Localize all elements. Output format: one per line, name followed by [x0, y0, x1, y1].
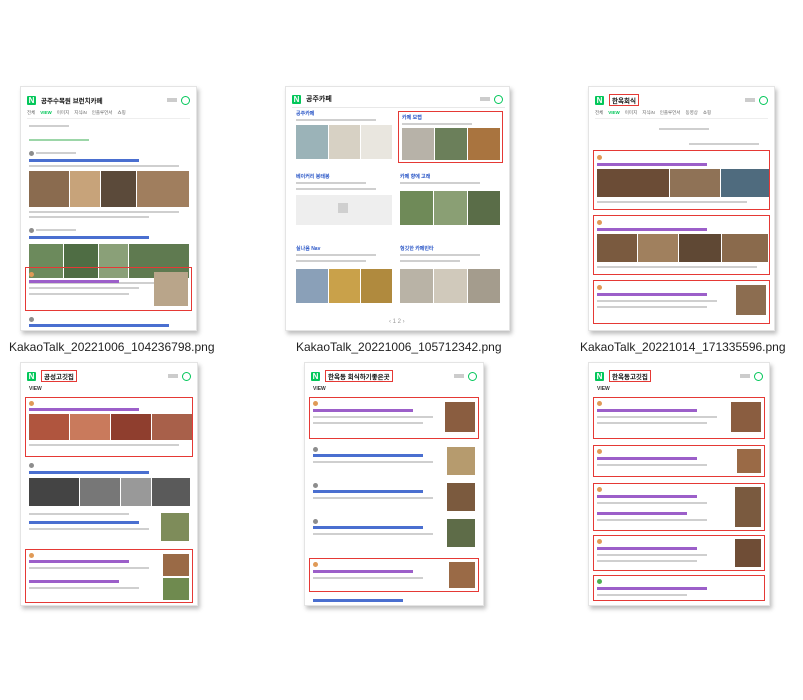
file-name: KakaoTalk_20221014_171335596.png: [580, 340, 786, 354]
search-query: 한옥회식: [609, 94, 639, 106]
highlighted-result: [25, 549, 193, 603]
file-browser-grid: N 공주수목원 브런치카페 전체 VIEW 이미지 지식iN 인플루언서 쇼핑: [0, 0, 803, 700]
file-name: KakaoTalk_20221006_104236798.png: [9, 340, 215, 354]
keyboard-icon: [168, 374, 178, 378]
highlighted-result: [25, 267, 192, 311]
highlighted-place-card: 카페 모랩: [398, 111, 503, 163]
file-thumbnail-5[interactable]: N 한옥동 회식하기좋은곳 VIEW: [304, 362, 484, 606]
naver-logo-icon: N: [27, 371, 36, 381]
keyboard-icon: [745, 98, 755, 102]
naver-logo-icon: N: [595, 95, 604, 105]
search-tabs: 전체 VIEW 이미지 지식iN 인플루언서 쇼핑: [27, 110, 190, 119]
keyboard-icon: [167, 98, 177, 102]
search-query: 한옥동고깃집: [609, 370, 651, 382]
view-label: VIEW: [313, 386, 326, 392]
view-label: VIEW: [29, 386, 42, 392]
file-thumbnail-2[interactable]: N 공주카페 공주카페 카페 모랩 베이커리 봉태봉 카페 향에 고래 실나움 …: [285, 86, 510, 331]
search-query: 한옥동 회식하기좋은곳: [325, 370, 393, 382]
file-thumbnail-3[interactable]: N 한옥회식 전체 VIEW 이미지 지식iN 인플루언서 동영상 쇼핑: [588, 86, 775, 331]
search-query: 공주카페: [306, 96, 332, 103]
search-icon: [468, 371, 477, 381]
highlighted-result: [593, 535, 765, 571]
file-thumbnail-6[interactable]: N 한옥동고깃집 VIEW: [588, 362, 770, 606]
highlighted-result: [593, 483, 765, 531]
view-label: VIEW: [597, 386, 610, 392]
pagination: ‹ 1 2 ›: [389, 319, 405, 325]
naver-logo-icon: N: [292, 94, 301, 104]
search-tabs: 전체 VIEW 이미지 지식iN 인플루언서 동영상 쇼핑: [595, 110, 768, 119]
search-icon: [494, 94, 503, 104]
search-icon: [754, 371, 763, 381]
naver-logo-icon: N: [311, 371, 320, 381]
highlighted-result: [593, 575, 765, 601]
naver-logo-icon: N: [595, 371, 604, 381]
highlighted-result: [25, 397, 193, 457]
search-query: 공성고깃집: [41, 370, 77, 382]
file-thumbnail-1[interactable]: N 공주수목원 브런치카페 전체 VIEW 이미지 지식iN 인플루언서 쇼핑: [20, 86, 197, 331]
search-icon: [182, 371, 191, 381]
highlighted-result: [593, 280, 770, 324]
naver-logo-icon: N: [27, 95, 36, 105]
highlighted-result: [309, 558, 479, 592]
keyboard-icon: [740, 374, 750, 378]
highlighted-result: [309, 397, 479, 439]
highlighted-result: [593, 150, 770, 210]
highlighted-result: [593, 445, 765, 477]
search-icon: [181, 95, 190, 105]
search-query: 공주수목원 브런치카페: [41, 98, 103, 105]
search-icon: [759, 95, 768, 105]
highlighted-result: [593, 397, 765, 439]
file-thumbnail-4[interactable]: N 공성고깃집 VIEW: [20, 362, 198, 606]
keyboard-icon: [480, 97, 490, 101]
keyboard-icon: [454, 374, 464, 378]
highlighted-result: [593, 215, 770, 275]
file-name: KakaoTalk_20221006_105712342.png: [296, 340, 502, 354]
